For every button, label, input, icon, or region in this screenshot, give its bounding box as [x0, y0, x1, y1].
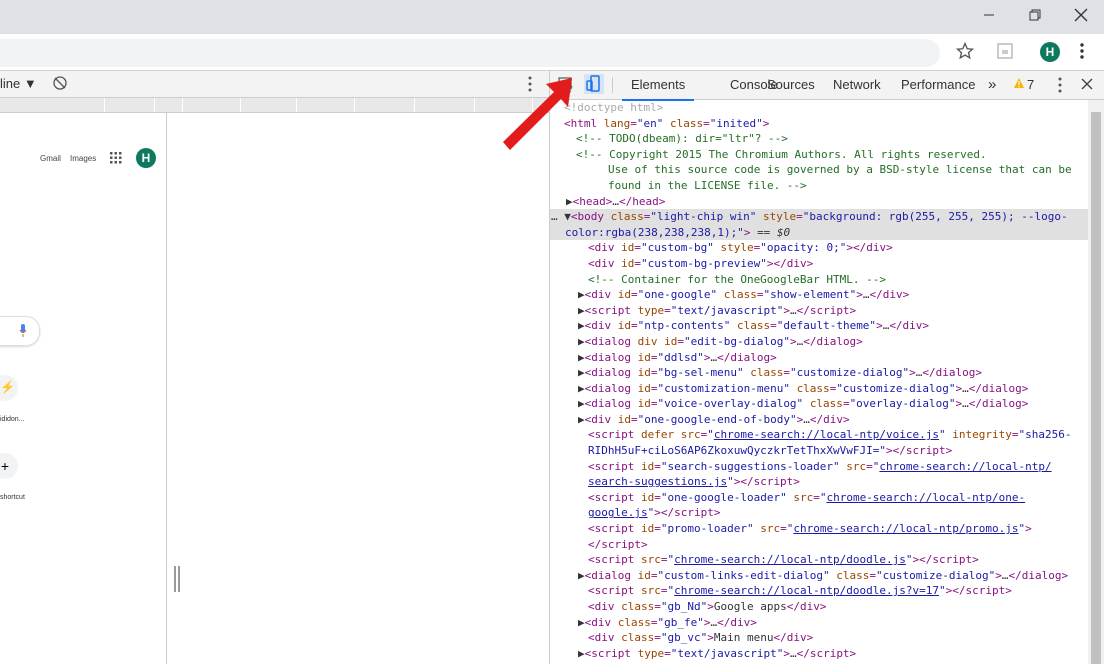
- search-box[interactable]: [0, 316, 40, 346]
- devtools-menu-icon[interactable]: [1054, 76, 1066, 97]
- add-shortcut-label: shortcut: [0, 494, 25, 501]
- warning-count[interactable]: 7: [1027, 77, 1034, 92]
- device-toolbar: line ▼: [0, 71, 549, 98]
- resize-handle[interactable]: [174, 566, 180, 592]
- tree-row[interactable]: <!-- Container for the OneGoogleBar HTML…: [588, 272, 1088, 288]
- tree-row[interactable]: ▶<dialog id="ddlsd">…</dialog>: [578, 350, 1088, 366]
- devtools-tabbar: Elements Console Sources Network Perform…: [550, 71, 1104, 101]
- device-toggle-icon[interactable]: [584, 74, 604, 94]
- tree-row[interactable]: ▶<div id="one-google" class="show-elemen…: [578, 287, 1088, 303]
- tree-row-selected[interactable]: … ▼<body class="light-chip win" style="b…: [550, 209, 1088, 225]
- mic-icon[interactable]: [19, 324, 27, 337]
- star-icon[interactable]: [955, 41, 975, 65]
- tree-row[interactable]: <script id="promo-loader" src="chrome-se…: [588, 521, 1088, 537]
- page-preview: Gmail Images H ⚡ ididon... + shortcut: [0, 113, 167, 664]
- devtools-close-icon[interactable]: [1081, 78, 1093, 93]
- throttle-select[interactable]: line ▼: [0, 76, 37, 91]
- tree-row[interactable]: <!-- TODO(dbeam): dir="ltr"? -->: [576, 131, 1088, 147]
- elements-tree[interactable]: <!doctype html> <html lang="en" class="i…: [550, 100, 1088, 664]
- toolbar: H: [0, 34, 1104, 71]
- gmail-link[interactable]: Gmail: [40, 154, 61, 163]
- apps-grid-icon[interactable]: [110, 151, 122, 169]
- close-icon[interactable]: [1058, 0, 1104, 30]
- tab-performance[interactable]: Performance: [901, 71, 975, 99]
- rotate-icon[interactable]: [52, 75, 68, 94]
- minimize-icon[interactable]: [966, 0, 1012, 30]
- tree-row[interactable]: google.js"></script>: [588, 505, 1088, 521]
- tree-row[interactable]: found in the LICENSE file. -->: [608, 178, 1088, 194]
- tree-row[interactable]: <div class="gb_Nd">Google apps</div>: [588, 599, 1088, 615]
- tree-row[interactable]: RIDhH5uF+ciLoS6AP6ZkoxuwQyczkrTetThxXwVw…: [588, 443, 1088, 459]
- tree-row[interactable]: </script>: [588, 537, 1088, 553]
- tree-row[interactable]: <div id="custom-bg" style="opacity: 0;">…: [588, 240, 1088, 256]
- tree-row[interactable]: <script src="chrome-search://local-ntp/d…: [588, 552, 1088, 568]
- tab-elements[interactable]: Elements: [622, 71, 695, 101]
- tree-row[interactable]: <div id="custom-bg-preview"></div>: [588, 256, 1088, 272]
- tree-row[interactable]: <div class="gb_vc">Main menu</div>: [588, 630, 1088, 646]
- scrollbar-thumb[interactable]: [1091, 112, 1101, 664]
- tree-row[interactable]: <script id="one-google-loader" src="chro…: [588, 490, 1088, 506]
- tree-row[interactable]: <script defer src="chrome-search://local…: [588, 427, 1088, 443]
- selected-node-marker: == $0: [757, 225, 791, 239]
- more-tabs-icon[interactable]: »: [988, 71, 996, 99]
- title-bar: [0, 0, 1104, 34]
- tree-row[interactable]: ▶<div class="gb_fe">…</div>: [578, 615, 1088, 631]
- runner-icon: ⚡: [0, 380, 15, 394]
- page-avatar[interactable]: H: [136, 148, 156, 168]
- media-query-ruler: [0, 98, 549, 113]
- tree-row[interactable]: Use of this source code is governed by a…: [608, 162, 1088, 178]
- tree-row[interactable]: <script src="chrome-search://local-ntp/d…: [588, 583, 1088, 599]
- images-link[interactable]: Images: [70, 154, 96, 163]
- tree-row[interactable]: ▶<div id="one-google-end-of-body">…</div…: [578, 412, 1088, 428]
- omnibox[interactable]: [0, 39, 940, 67]
- tree-row[interactable]: ▶<script type="text/javascript">…</scrip…: [578, 303, 1088, 319]
- red-arrow-annotation: [503, 78, 572, 150]
- shortcut-label: ididon...: [0, 416, 25, 423]
- add-shortcut-icon[interactable]: +: [0, 453, 18, 479]
- tree-row[interactable]: <!-- Copyright 2015 The Chromium Authors…: [576, 147, 1088, 163]
- warning-icon[interactable]: [1013, 77, 1025, 92]
- tree-row[interactable]: ▶<head>…</head>: [566, 194, 1088, 210]
- restore-icon[interactable]: [1012, 0, 1058, 30]
- tree-row[interactable]: <script id="search-suggestions-loader" s…: [588, 459, 1088, 475]
- avatar[interactable]: H: [1040, 42, 1060, 62]
- tree-row[interactable]: ▶<dialog id="custom-links-edit-dialog" c…: [578, 568, 1088, 584]
- shortcut-tile-icon[interactable]: ⚡: [0, 375, 18, 401]
- tree-row[interactable]: <!doctype html>: [564, 100, 1088, 116]
- tree-row[interactable]: search-suggestions.js"></script>: [588, 474, 1088, 490]
- tree-row[interactable]: ▶<script type="text/javascript">…</scrip…: [578, 646, 1088, 662]
- tab-network[interactable]: Network: [833, 71, 881, 99]
- tree-row[interactable]: <html lang="en" class="inited">: [564, 116, 1088, 132]
- tab-sources[interactable]: Sources: [767, 71, 815, 99]
- tree-row[interactable]: ▶<dialog id="voice-overlay-dialog" class…: [578, 396, 1088, 412]
- tree-row[interactable]: ▶<dialog id="bg-sel-menu" class="customi…: [578, 365, 1088, 381]
- tree-row[interactable]: ▶<dialog id="customization-menu" class="…: [578, 381, 1088, 397]
- more-vert-icon[interactable]: [1074, 42, 1090, 65]
- tree-row[interactable]: ▶<div id="ntp-contents" class="default-t…: [578, 318, 1088, 334]
- extension-icon[interactable]: [996, 42, 1014, 65]
- tree-row[interactable]: ▶<dialog div id="edit-bg-dialog">…</dial…: [578, 334, 1088, 350]
- tree-row-selected[interactable]: color:rgba(238,238,238,1);"> == $0: [550, 224, 1088, 241]
